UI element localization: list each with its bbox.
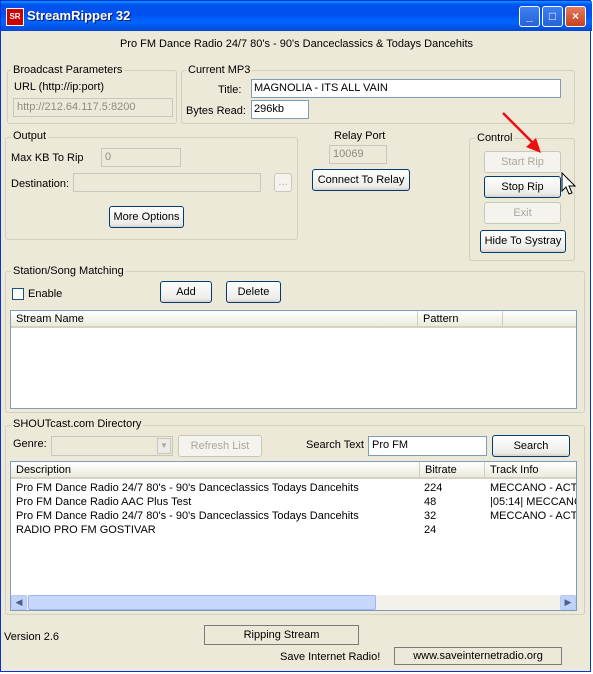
matching-list[interactable]: Stream Name Pattern xyxy=(10,310,577,409)
app-logo-icon: SR xyxy=(6,8,24,26)
result-track-info: |05:14| MECCANO xyxy=(490,496,577,508)
column-track-info[interactable]: Track Info xyxy=(485,462,576,479)
bytes-read-label: Bytes Read: xyxy=(186,105,246,117)
output-label: Output xyxy=(11,130,49,142)
connect-to-relay-button[interactable]: Connect To Relay xyxy=(312,169,410,191)
browse-button[interactable]: ... xyxy=(274,173,292,192)
bytes-read-field: 296kb xyxy=(251,100,309,119)
title-bar[interactable]: SR StreamRipper 32 _ □ × xyxy=(1,1,592,31)
result-row[interactable]: RADIO PRO FM GOSTIVAR 24 xyxy=(11,524,576,538)
chevron-down-icon: ▼ xyxy=(157,438,171,454)
horizontal-scrollbar[interactable]: ◀ ▶ xyxy=(11,595,576,610)
stop-rip-button[interactable]: Stop Rip xyxy=(484,176,561,198)
hide-to-systray-button[interactable]: Hide To Systray xyxy=(480,230,566,253)
result-description: Pro FM Dance Radio 24/7 80's - 90's Danc… xyxy=(16,510,359,522)
result-description: Pro FM Dance Radio 24/7 80's - 90's Danc… xyxy=(16,482,359,494)
status-box: Ripping Stream xyxy=(204,625,359,645)
shoutcast-label: SHOUTcast.com Directory xyxy=(11,418,144,430)
title-label: Title: xyxy=(218,84,242,96)
title-field: MAGNOLIA - ITS ALL VAIN xyxy=(251,79,561,98)
relay-port-label: Relay Port xyxy=(334,130,386,142)
column-pattern[interactable]: Pattern xyxy=(418,311,503,328)
refresh-list-button[interactable]: Refresh List xyxy=(178,435,262,457)
max-kb-label: Max KB To Rip xyxy=(11,152,84,164)
scroll-left-icon[interactable]: ◀ xyxy=(11,595,27,610)
result-track-info: MECCANO - ACT... xyxy=(490,510,577,522)
mouse-pointer-icon xyxy=(561,172,577,195)
maximize-button[interactable]: □ xyxy=(542,6,563,27)
enable-label: Enable xyxy=(28,288,63,300)
url-field[interactable]: http://212.64.117.5:8200 xyxy=(13,98,173,117)
destination-field[interactable] xyxy=(73,173,261,192)
result-track-info: MECCANO - ACT... xyxy=(490,482,577,494)
column-stream-name[interactable]: Stream Name xyxy=(11,311,418,328)
result-bitrate: 32 xyxy=(424,510,437,522)
url-label: URL (http://ip:port) xyxy=(14,81,105,93)
version-label: Version 2.6 xyxy=(4,631,60,643)
add-button[interactable]: Add xyxy=(160,281,212,303)
current-mp3-label: Current MP3 xyxy=(186,64,253,76)
scrollbar-thumb[interactable] xyxy=(28,595,376,610)
streamripper-window: SR StreamRipper 32 _ □ × Pro FM Dance Ra… xyxy=(0,0,592,672)
result-description: RADIO PRO FM GOSTIVAR xyxy=(16,524,156,536)
result-row[interactable]: Pro FM Dance Radio 24/7 80's - 90's Danc… xyxy=(11,482,577,496)
relay-port-field[interactable]: 10069 xyxy=(329,145,387,164)
column-description[interactable]: Description xyxy=(11,462,420,479)
result-bitrate: 48 xyxy=(424,496,437,508)
shoutcast-results-list[interactable]: Description Bitrate Track Info Pro FM Da… xyxy=(10,461,577,611)
destination-label: Destination: xyxy=(11,178,70,190)
genre-dropdown[interactable]: ▼ xyxy=(51,436,173,456)
result-row[interactable]: Pro FM Dance Radio 24/7 80's - 90's Danc… xyxy=(11,510,577,524)
tagline-label: Save Internet Radio! xyxy=(280,651,381,663)
minimize-button[interactable]: _ xyxy=(519,6,540,27)
max-kb-field[interactable]: 0 xyxy=(101,148,181,167)
broadcast-parameters-label: Broadcast Parameters xyxy=(11,64,125,76)
enable-checkbox[interactable] xyxy=(12,288,24,300)
red-annotation-arrow-icon xyxy=(502,112,541,153)
close-button[interactable]: × xyxy=(565,6,586,27)
result-row[interactable]: Pro FM Dance Radio AAC Plus Test 48 |05:… xyxy=(11,496,577,510)
station-header: Pro FM Dance Radio 24/7 80's - 90's Danc… xyxy=(119,38,474,50)
column-bitrate[interactable]: Bitrate xyxy=(420,462,485,479)
search-button[interactable]: Search xyxy=(492,435,570,457)
result-description: Pro FM Dance Radio AAC Plus Test xyxy=(16,496,192,508)
result-bitrate: 24 xyxy=(424,524,437,536)
column-filler xyxy=(503,311,576,328)
website-link[interactable]: www.saveinternetradio.org xyxy=(394,647,562,665)
search-text-label: Search Text xyxy=(306,439,364,451)
delete-button[interactable]: Delete xyxy=(226,281,281,303)
more-options-button[interactable]: More Options xyxy=(109,206,184,228)
matching-label: Station/Song Matching xyxy=(11,265,126,277)
genre-label: Genre: xyxy=(13,438,47,450)
search-input[interactable]: Pro FM xyxy=(368,436,487,456)
exit-button[interactable]: Exit xyxy=(484,202,561,224)
scroll-right-icon[interactable]: ▶ xyxy=(560,595,576,610)
result-bitrate: 224 xyxy=(424,482,443,494)
window-title: StreamRipper 32 xyxy=(27,8,131,23)
